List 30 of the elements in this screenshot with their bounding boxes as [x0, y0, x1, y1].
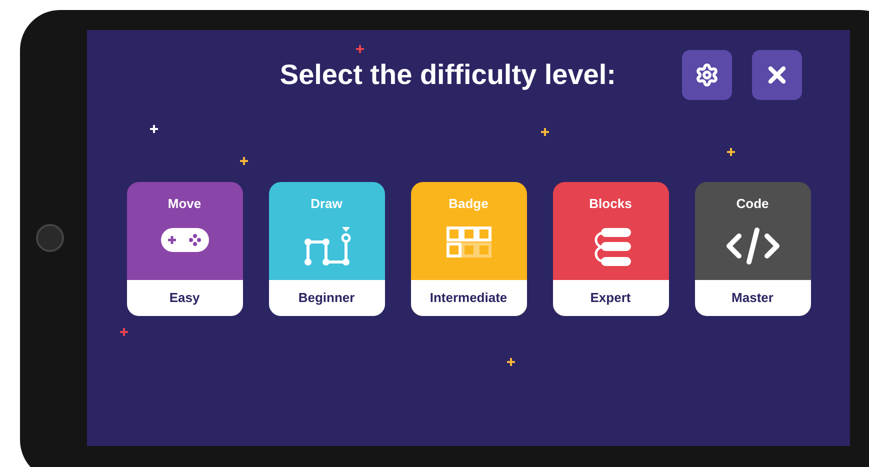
screen-title: Select the difficulty level: — [280, 58, 616, 92]
level-card[interactable]: Code Master — [694, 182, 810, 316]
card-category: Code — [736, 195, 769, 213]
code-icon — [724, 226, 780, 266]
settings-button[interactable] — [682, 50, 732, 100]
card-category: Badge — [448, 195, 488, 213]
sparkle-icon — [541, 128, 549, 136]
sparkle-icon — [240, 157, 248, 165]
card-category: Blocks — [589, 195, 632, 213]
settings-icon — [695, 63, 719, 87]
sparkle-icon — [507, 358, 515, 366]
sparkle-icon — [356, 45, 364, 53]
level-card[interactable]: Badge Intermediate — [410, 182, 526, 316]
squares-grid-icon — [446, 226, 492, 258]
path-drawing-icon — [302, 226, 352, 266]
close-button[interactable] — [752, 50, 802, 100]
sparkle-icon — [150, 125, 158, 133]
difficulty-label: Expert — [590, 289, 631, 308]
difficulty-label: Master — [732, 289, 774, 308]
level-card[interactable]: Blocks Expert — [552, 182, 668, 316]
gamepad-icon — [160, 226, 210, 254]
level-card[interactable]: Move Easy — [126, 182, 242, 316]
difficulty-label: Beginner — [298, 289, 355, 308]
card-category: Draw — [310, 195, 342, 213]
sparkle-icon — [120, 328, 128, 336]
sparkle-icon — [727, 148, 735, 156]
difficulty-label: Intermediate — [430, 289, 508, 308]
difficulty-label: Easy — [169, 289, 200, 308]
card-category: Move — [168, 195, 202, 213]
level-card[interactable]: Draw Beginner — [268, 182, 384, 316]
